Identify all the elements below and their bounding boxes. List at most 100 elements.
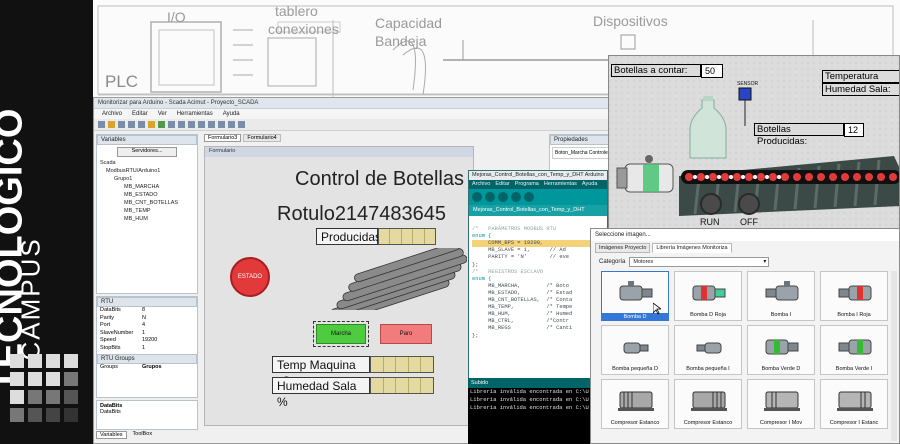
ide-menubar: Archivo Editar Ver Herramientas Ayuda — [94, 109, 612, 119]
menu-archivo[interactable]: Archivo — [102, 111, 122, 117]
tree-var-estado[interactable]: MB_ESTADO — [100, 191, 197, 199]
tab-imagenes-proyecto[interactable]: Imágenes Proyecto — [595, 243, 651, 253]
open-folder-icon[interactable] — [108, 121, 115, 128]
image-item[interactable]: Bomba I — [747, 271, 815, 321]
pump-icon — [765, 281, 799, 301]
tree-var-hum[interactable]: MB_HUM — [100, 215, 197, 223]
prop-databits[interactable]: DataBits 8 — [97, 307, 197, 315]
align-top-icon[interactable] — [208, 121, 215, 128]
cut-icon[interactable] — [128, 121, 135, 128]
ard-menu-archivo[interactable]: Archivo — [472, 181, 490, 188]
align-left-icon[interactable] — [178, 121, 185, 128]
ard-menu-editar[interactable]: Editar — [495, 181, 509, 188]
compressor-icon — [618, 391, 654, 411]
verify-icon[interactable] — [472, 192, 482, 202]
image-item[interactable]: Compresor Estanco — [674, 379, 742, 429]
sensor-label: SENSOR — [737, 81, 759, 87]
image-item[interactable]: Compresor Estanco — [601, 379, 669, 429]
bottle-line-simulation: Botellas a contar: 50 SENSOR Temperatura… — [608, 55, 900, 235]
image-item[interactable]: Bomba pequeña I — [674, 325, 742, 375]
image-item[interactable]: Compresor I Mov — [747, 379, 815, 429]
align-bottom-icon[interactable] — [218, 121, 225, 128]
image-picker-dialog: Seleccione imagen... Imágenes Proyecto L… — [590, 228, 900, 444]
tree-root-scada[interactable]: Scada — [100, 159, 197, 167]
menu-herramientas[interactable]: Herramientas — [177, 111, 213, 117]
compressor-icon — [764, 391, 800, 411]
image-item[interactable]: Bomba pequeña D — [601, 325, 669, 375]
align-right-icon[interactable] — [198, 121, 205, 128]
schematic-tablero-label: tablero — [275, 3, 318, 19]
save-sketch-icon[interactable] — [524, 192, 534, 202]
save-icon[interactable] — [118, 121, 125, 128]
producidas-display — [378, 228, 436, 245]
compressor-icon — [837, 391, 873, 411]
tab-formulario4[interactable]: Formulario4 — [243, 134, 281, 142]
menu-editar[interactable]: Editar — [132, 111, 148, 117]
prop-parity[interactable]: Parity N — [97, 315, 197, 323]
botellas-producidas-label: Botellas Producidas: — [754, 123, 844, 147]
off-button[interactable] — [738, 193, 760, 215]
bottom-tabs: Variables ToolBox — [96, 431, 155, 439]
new-file-icon[interactable] — [98, 121, 105, 128]
paro-button[interactable]: Paro — [380, 324, 432, 344]
tree-var-cnt-botellas[interactable]: MB_CNT_BOTELLAS — [100, 199, 197, 207]
run-icon[interactable] — [158, 121, 165, 128]
conveyor-rollers-icon — [324, 248, 467, 310]
tree-group[interactable]: Grupo1 — [100, 175, 197, 183]
marcha-button[interactable]: Marcha — [313, 321, 369, 347]
upload-icon[interactable] — [485, 192, 495, 202]
prop-slavenumber[interactable]: SlaveNumber 1 — [97, 330, 197, 338]
variables-tree: Scada ModbusRTU/Arduino1 Grupo1 MB_MARCH… — [97, 159, 197, 223]
align-center-icon[interactable] — [188, 121, 195, 128]
form-title: Formulario — [205, 147, 473, 157]
open-sketch-icon[interactable] — [511, 192, 521, 202]
stop-icon[interactable] — [168, 121, 175, 128]
image-item[interactable]: Bomba D Roja — [674, 271, 742, 321]
botellas-a-contar-input[interactable]: 50 — [701, 64, 723, 78]
arduino-code-editor[interactable]: /* PARÁMETROS MODBUS RTU enum { COMM_BPS … — [469, 216, 607, 357]
temperatura-sala-label: Temperatura Sala — [822, 70, 899, 94]
servers-button[interactable]: Servidores... — [117, 147, 177, 157]
mouse-cursor-icon — [653, 303, 661, 315]
ard-menu-herramientas[interactable]: Herramientas — [544, 181, 577, 188]
run-button[interactable] — [700, 193, 722, 215]
new-sketch-icon[interactable] — [498, 192, 508, 202]
tab-formulario3[interactable]: Formulario3 — [204, 134, 242, 142]
code-line: enum { — [472, 275, 492, 282]
tree-device[interactable]: ModbusRTU/Arduino1 — [100, 167, 197, 175]
arduino-titlebar: Mejoras_Control_Botellas_con_Temp_y_DHT … — [469, 171, 607, 180]
prop-stopbits[interactable]: StopBits 1 — [97, 345, 197, 353]
tree-var-marcha[interactable]: MB_MARCHA — [100, 183, 197, 191]
menu-ver[interactable]: Ver — [158, 111, 167, 117]
tab-toolbox[interactable]: ToolBox — [130, 431, 156, 439]
tab-variables[interactable]: Variables — [96, 431, 127, 439]
image-item[interactable]: Bomba Verde D — [747, 325, 815, 375]
small-pump-icon — [623, 342, 649, 354]
prop-speed[interactable]: Speed 19200 — [97, 337, 197, 345]
run-label: RUN — [700, 217, 720, 227]
dialog-scrollbar[interactable] — [891, 271, 897, 441]
tab-libreria-imagenes[interactable]: Librería Imágenes Monitoriza — [652, 243, 732, 253]
image-item[interactable]: Compresor I Estanc — [820, 379, 888, 429]
image-grid: Bomba D Bomba D Roja Bomba I Bomba I Roj… — [601, 271, 888, 429]
copy-icon[interactable] — [138, 121, 145, 128]
image-item[interactable]: Bomba I Roja — [820, 271, 888, 321]
zoom-icon[interactable] — [238, 121, 245, 128]
grid-icon[interactable] — [228, 121, 235, 128]
prop-port[interactable]: Port 4 — [97, 322, 197, 330]
ard-menu-ayuda[interactable]: Ayuda — [582, 181, 598, 188]
pump-icon — [619, 281, 653, 301]
tree-var-temp[interactable]: MB_TEMP — [100, 207, 197, 215]
code-line: /* REGISTROS ESCLAVO — [472, 268, 544, 275]
schematic-plc-label: PLC — [105, 72, 139, 91]
paste-icon[interactable] — [148, 121, 155, 128]
code-line: MB_CNT_BOTELLAS, /* Conta — [472, 297, 573, 304]
arduino-sketch-tab[interactable]: Mejoras_Control_Botellas_con_Temp_y_DHT — [469, 205, 607, 216]
prop-groups[interactable]: Groups Grupos — [97, 364, 197, 372]
arduino-console: Subido Librería inválida encontrada en C… — [468, 378, 608, 444]
menu-ayuda[interactable]: Ayuda — [223, 111, 240, 117]
category-select[interactable]: Motores ▾ — [629, 257, 770, 267]
image-item[interactable]: Bomba Verde I — [820, 325, 888, 375]
properties-object-select[interactable]: Boton_Marcha Controles.B — [552, 147, 609, 159]
ard-menu-programa[interactable]: Programa — [515, 181, 539, 188]
